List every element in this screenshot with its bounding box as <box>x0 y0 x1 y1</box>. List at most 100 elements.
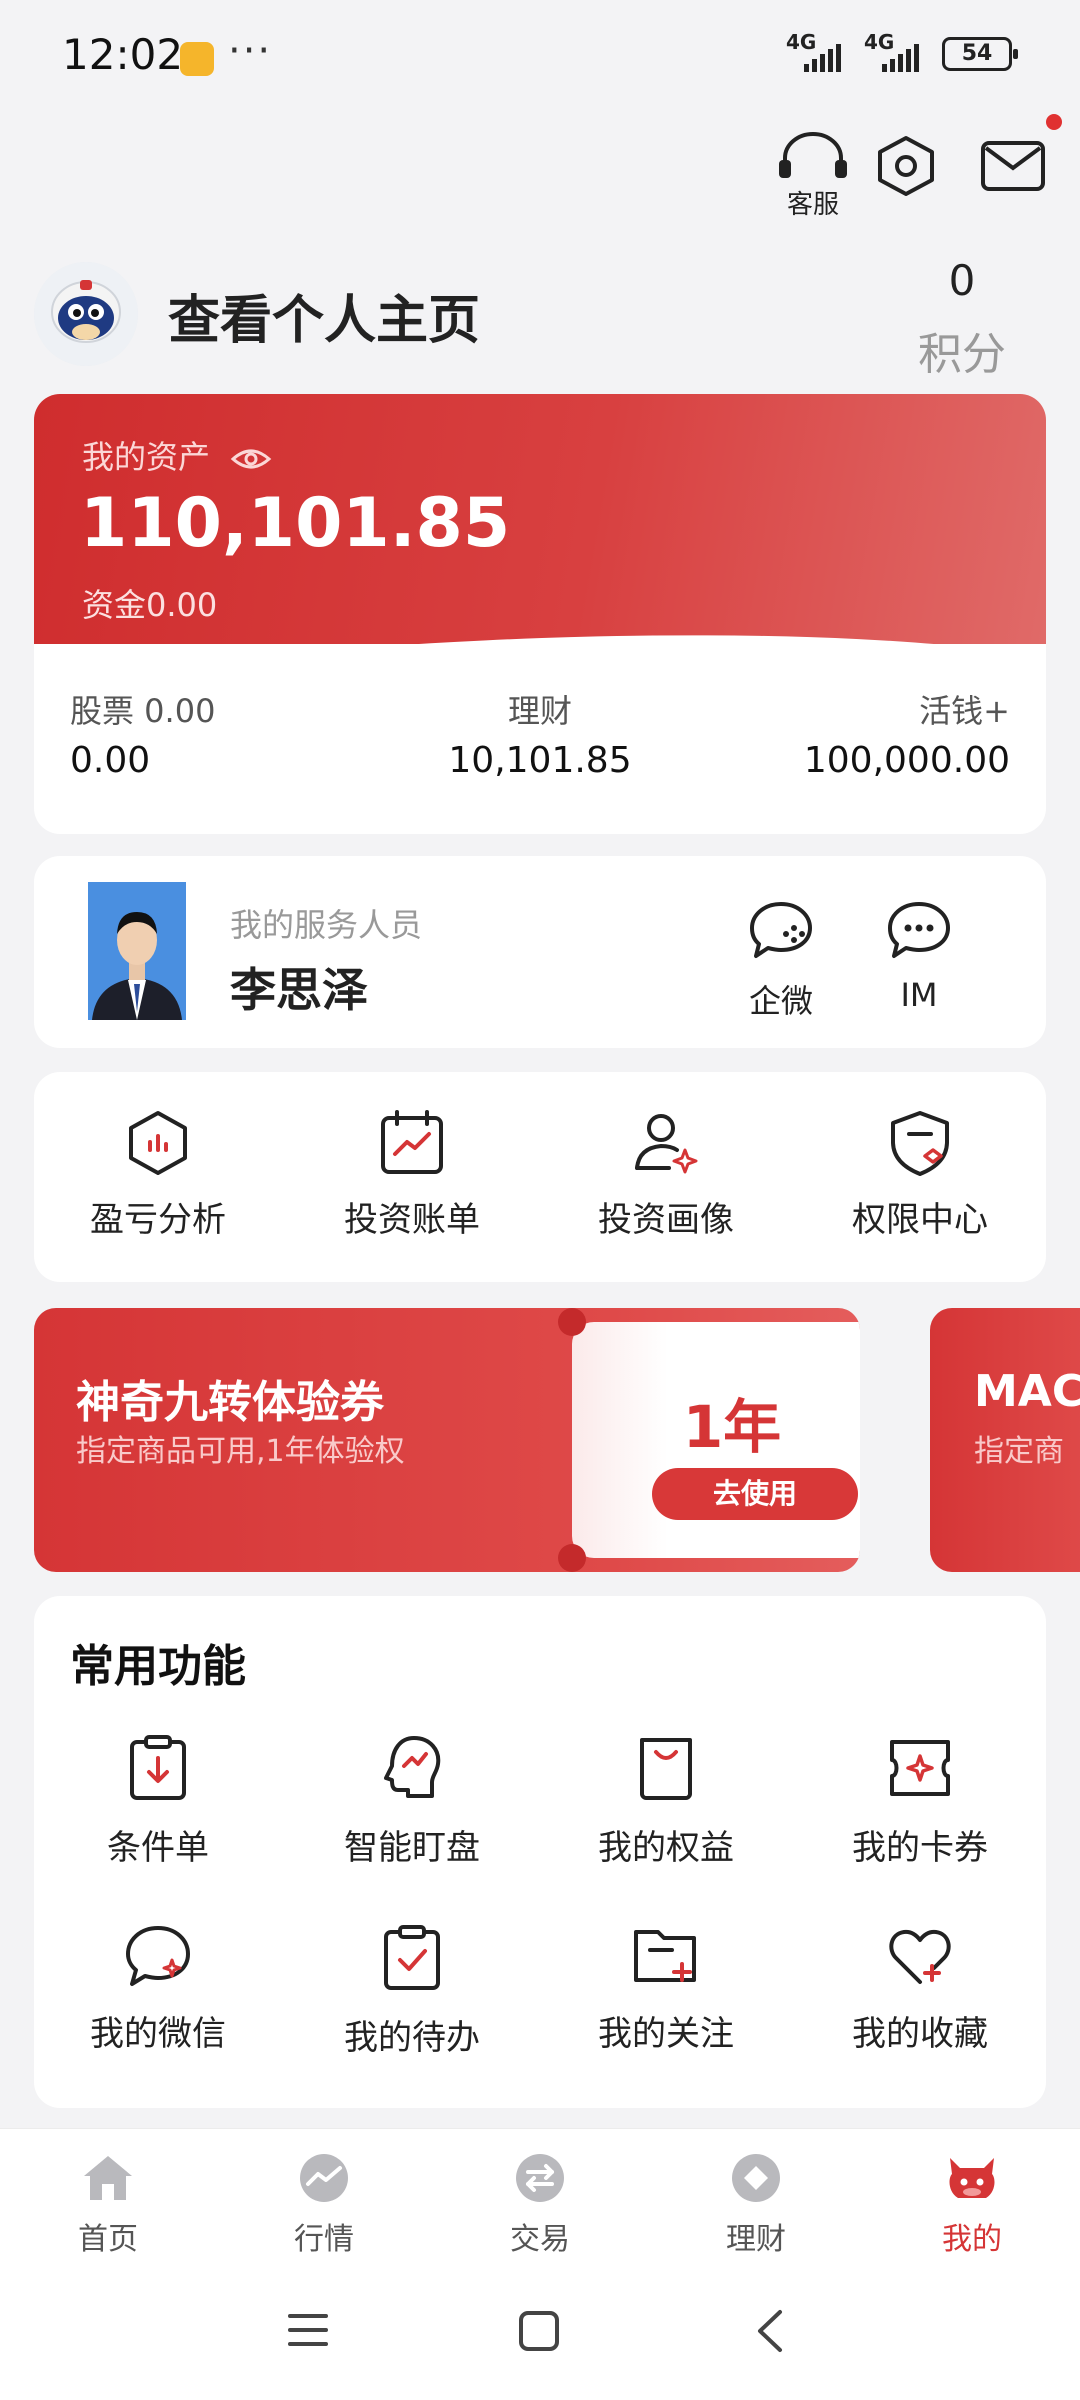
quick-tool-investment-bill[interactable]: 投资账单 <box>292 1108 532 1241</box>
customer-service-label: 客服 <box>786 190 839 220</box>
nav-home[interactable]: 首页 <box>28 2152 188 2258</box>
message-icon[interactable] <box>980 138 1046 194</box>
status-bar: 12:02 ··· 4G 4G 54 <box>0 0 1080 110</box>
chat-bubble-icon <box>126 1926 190 1986</box>
points-label[interactable]: 积分 <box>900 318 1024 382</box>
hexagon-chart-icon <box>129 1111 187 1175</box>
use-coupon-button[interactable]: 去使用 <box>652 1468 858 1520</box>
func-my-todo[interactable]: 我的待办 <box>292 1924 532 2059</box>
cash-label: 活钱+ <box>919 692 1010 730</box>
nav-market-label: 行情 <box>294 2222 354 2257</box>
next-coupon-description: 指定商 <box>974 1434 1064 1469</box>
customer-service-button[interactable]: 客服 <box>766 132 860 221</box>
quick-tool-permission-center[interactable]: 权限中心 <box>800 1108 1040 1241</box>
func-label: 我的微信 <box>90 2014 226 2054</box>
service-person-photo <box>88 882 186 1020</box>
func-label: 我的卡券 <box>852 1828 988 1868</box>
signal-icon: 4G <box>786 30 850 74</box>
notes-app-icon <box>180 42 214 76</box>
nav-mine[interactable]: 我的 <box>892 2152 1052 2258</box>
service-person-name: 李思泽 <box>230 963 368 1017</box>
func-my-coupons[interactable]: 我的卡券 <box>800 1734 1040 1869</box>
fund-label: 资金 <box>82 586 147 624</box>
wecom-icon[interactable] <box>748 900 814 960</box>
coupon-stub: 1年 去使用 <box>558 1308 860 1572</box>
trade-icon <box>516 2154 564 2202</box>
wealth-icon <box>732 2154 780 2202</box>
asset-card[interactable]: 我的资产 110,101.85 资金0.00 股票 0.00 0.00 理财 1… <box>34 394 1046 834</box>
person-photo-icon <box>88 882 186 1020</box>
quick-tool-label: 投资账单 <box>344 1200 480 1240</box>
coupon-notch-bottom <box>558 1544 586 1572</box>
status-indicators: 4G 4G 54 <box>786 30 1018 74</box>
func-label: 我的权益 <box>598 1828 734 1868</box>
menu-icon[interactable] <box>286 2310 330 2350</box>
status-time: 12:02 <box>62 30 184 79</box>
quick-tool-investment-profile[interactable]: 投资画像 <box>546 1108 786 1241</box>
unread-dot-badge <box>1046 114 1062 130</box>
nav-trade[interactable]: 交易 <box>460 2152 620 2258</box>
clipboard-down-icon <box>130 1735 186 1800</box>
asset-label-text: 我的资产 <box>82 438 211 476</box>
func-smart-monitor[interactable]: 智能盯盘 <box>292 1734 532 1869</box>
system-navigation-bar <box>0 2264 1080 2400</box>
func-label: 智能盯盘 <box>344 1828 480 1868</box>
total-asset-amount: 110,101.85 <box>80 484 511 563</box>
wealth-label: 理财 <box>507 692 572 730</box>
signal-icon-2: 4G <box>864 30 928 74</box>
folder-plus-icon <box>634 1930 696 1982</box>
headset-icon <box>779 132 847 178</box>
fund-value: 0.00 <box>146 586 218 624</box>
battery-icon: 54 <box>942 37 1018 71</box>
next-coupon-title: MAC <box>974 1366 1080 1417</box>
service-person-role: 我的服务人员 <box>230 906 423 944</box>
quick-tool-label: 盈亏分析 <box>90 1200 226 1240</box>
nav-wealth[interactable]: 理财 <box>676 2152 836 2258</box>
nav-trade-label: 交易 <box>510 2222 570 2257</box>
stocks-value: 0.00 <box>70 740 151 781</box>
calendar-trend-icon <box>381 1110 443 1174</box>
view-profile-link[interactable]: 查看个人主页 <box>168 278 480 353</box>
heart-plus-icon <box>889 1929 951 1984</box>
quick-tool-label: 投资画像 <box>598 1200 734 1240</box>
eye-icon[interactable] <box>230 446 272 472</box>
home-icon <box>84 2156 132 2200</box>
quick-tool-label: 权限中心 <box>852 1200 988 1240</box>
fund-balance: 资金0.00 <box>82 580 217 626</box>
bag-icon <box>640 1738 692 1800</box>
coupon-duration: 1年 <box>682 1393 782 1461</box>
back-icon[interactable] <box>752 2308 788 2354</box>
user-sparkle-icon <box>635 1114 698 1174</box>
wealth-value: 10,101.85 <box>448 740 632 781</box>
func-my-follows[interactable]: 我的关注 <box>546 1924 786 2055</box>
func-my-favorites[interactable]: 我的收藏 <box>800 1924 1040 2055</box>
coupon-card[interactable]: 神奇九转体验券 指定商品可用,1年体验权 1年 去使用 <box>34 1308 860 1572</box>
im-button-label[interactable]: IM <box>859 976 979 1014</box>
func-label: 条件单 <box>107 1828 209 1868</box>
ticket-icon <box>890 1740 950 1796</box>
func-my-wechat[interactable]: 我的微信 <box>38 1924 278 2055</box>
func-my-benefits[interactable]: 我的权益 <box>546 1734 786 1869</box>
nav-home-label: 首页 <box>78 2222 138 2257</box>
nav-market[interactable]: 行情 <box>244 2152 404 2258</box>
func-conditional-order[interactable]: 条件单 <box>38 1734 278 1869</box>
func-label: 我的收藏 <box>852 2014 988 2054</box>
cash-value: 100,000.00 <box>803 740 1010 781</box>
wecom-button-label[interactable]: 企微 <box>721 976 841 1022</box>
func-label: 我的待办 <box>344 2018 480 2058</box>
nav-wealth-label: 理财 <box>726 2222 786 2257</box>
im-chat-icon[interactable] <box>886 900 952 960</box>
clipboard-check-icon <box>384 1925 440 1990</box>
bull-mascot-icon <box>949 2158 995 2198</box>
avatar[interactable] <box>34 262 138 366</box>
quick-tool-profit-analysis[interactable]: 盈亏分析 <box>38 1108 278 1241</box>
points-value[interactable]: 0 <box>900 256 1024 305</box>
shield-icon <box>891 1111 949 1176</box>
func-label: 我的关注 <box>598 2014 734 2054</box>
coupon-description: 指定商品可用,1年体验权 <box>76 1434 405 1469</box>
settings-icon[interactable] <box>876 134 936 198</box>
asset-label: 我的资产 <box>82 432 272 478</box>
home-square-icon[interactable] <box>518 2310 560 2352</box>
head-chart-icon <box>384 1736 441 1798</box>
next-coupon-card[interactable]: MAC 指定商 <box>930 1308 1080 1572</box>
